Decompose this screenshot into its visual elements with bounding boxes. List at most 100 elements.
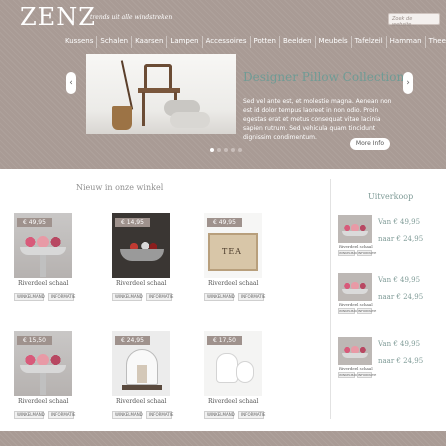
original-price: Van € 49,95 <box>378 218 421 226</box>
nav-item-meubels[interactable]: Meubels <box>316 36 352 48</box>
base-graphic <box>122 385 162 390</box>
chair-leg-graphic <box>142 92 145 126</box>
info-button[interactable]: INFORMATIE <box>238 411 265 419</box>
broom-head-graphic <box>112 106 132 130</box>
product-image[interactable]: € 17,50 <box>204 331 262 396</box>
add-to-cart-button[interactable]: WINKELMAND <box>204 293 235 301</box>
slider-dots <box>210 148 242 152</box>
sale-title: Uitverkoop <box>368 192 414 201</box>
product-image[interactable]: € 15,50 <box>14 331 72 396</box>
nav-item-kussens[interactable]: Kussens <box>62 36 98 48</box>
slider-dot[interactable] <box>217 148 221 152</box>
sale-price: naar € 24,95 <box>378 357 424 365</box>
sale-price: naar € 24,95 <box>378 235 424 243</box>
product-name[interactable]: Riverdeel schaal <box>116 398 166 405</box>
sale-product-name[interactable]: Riverdeel schaal <box>339 302 373 307</box>
nav-item-beelden[interactable]: Beelden <box>280 36 316 48</box>
header: ZENZ trends uit alle windstreken Zoek de… <box>0 0 446 152</box>
add-to-cart-button[interactable]: WINKELMAND <box>338 372 360 378</box>
bowl-graphic <box>342 353 368 358</box>
add-to-cart-button[interactable]: WINKELMAND <box>14 411 45 419</box>
sale-item: Riverdeel schaal WINKELMAND INFORMATIE V… <box>338 215 428 265</box>
info-button[interactable]: INFORMATIE <box>146 293 173 301</box>
broom-graphic <box>120 60 134 110</box>
slider-image <box>86 54 236 134</box>
info-button[interactable]: INFORMATIE <box>238 293 265 301</box>
candle-graphic <box>137 365 147 383</box>
sale-image[interactable] <box>338 337 372 365</box>
product-card: € 49,95 Riverdeel schaal WINKELMAND INFO… <box>14 213 94 313</box>
info-button[interactable]: INFORMATIE <box>48 293 75 301</box>
bowl-graphic <box>20 365 66 373</box>
product-name[interactable]: Riverdeel schaal <box>18 280 68 287</box>
sale-product-name[interactable]: Riverdeel schaal <box>339 366 373 371</box>
slider-dot[interactable] <box>224 148 228 152</box>
info-button[interactable]: INFORMATIE <box>357 372 376 378</box>
stand-graphic <box>40 373 46 395</box>
original-price: Van € 49,95 <box>378 340 421 348</box>
chair-graphic <box>144 64 172 90</box>
nav-item-tafelzeil[interactable]: Tafelzeil <box>352 36 387 48</box>
sale-item: Riverdeel schaal WINKELMAND INFORMATIE V… <box>338 337 428 387</box>
slider-dot[interactable] <box>231 148 235 152</box>
price-tag: € 49,95 <box>17 218 52 227</box>
info-button[interactable]: INFORMATIE <box>146 411 173 419</box>
add-to-cart-button[interactable]: WINKELMAND <box>338 250 360 256</box>
sale-product-name[interactable]: Riverdeel schaal <box>339 244 373 249</box>
stand-graphic <box>40 255 46 277</box>
product-card: TEA € 49,95 Riverdeel schaal WINKELMAND … <box>204 213 284 313</box>
add-to-cart-button[interactable]: WINKELMAND <box>112 411 143 419</box>
info-button[interactable]: INFORMATIE <box>357 250 376 256</box>
site-logo[interactable]: ZENZ <box>20 3 96 31</box>
sale-image[interactable] <box>338 273 372 301</box>
bowl-graphic <box>20 247 66 255</box>
add-to-cart-button[interactable]: WINKELMAND <box>204 411 235 419</box>
content-area: Nieuw in onze winkel € 49,95 Riverdeel s… <box>0 169 446 431</box>
slider-prev-button[interactable]: ‹ <box>66 72 76 94</box>
product-name[interactable]: Riverdeel schaal <box>208 398 258 405</box>
nav-item-potten[interactable]: Potten <box>251 36 280 48</box>
sidebar-divider <box>330 179 331 419</box>
slider-dot[interactable] <box>238 148 242 152</box>
site-tagline: trends uit alle windstreken <box>90 14 173 21</box>
price-tag: € 24,95 <box>115 336 150 345</box>
tea-box-graphic: TEA <box>208 233 258 271</box>
nav-item-thee[interactable]: Thee <box>426 36 446 48</box>
pillow-graphic <box>170 112 210 128</box>
info-button[interactable]: INFORMATIE <box>357 308 376 314</box>
new-products-title: Nieuw in onze winkel <box>76 183 164 192</box>
product-name[interactable]: Riverdeel schaal <box>18 398 68 405</box>
product-image[interactable]: TEA € 49,95 <box>204 213 262 278</box>
product-name[interactable]: Riverdeel schaal <box>116 280 166 287</box>
slider-next-button[interactable]: › <box>403 72 413 94</box>
nav-item-lampen[interactable]: Lampen <box>167 36 203 48</box>
price-tag: € 15,50 <box>17 336 52 345</box>
product-name[interactable]: Riverdeel schaal <box>208 280 258 287</box>
product-card: € 24,95 Riverdeel schaal WINKELMAND INFO… <box>112 331 192 431</box>
price-tag: € 17,50 <box>207 336 242 345</box>
bowl-graphic <box>342 231 368 236</box>
sale-image[interactable] <box>338 215 372 243</box>
slider-dot[interactable] <box>210 148 214 152</box>
search-input[interactable]: Zoek de website... <box>388 13 440 28</box>
slider-title: Designer Pillow Collection <box>243 70 405 84</box>
add-to-cart-button[interactable]: WINKELMAND <box>112 293 143 301</box>
product-image[interactable]: € 14,95 <box>112 213 170 278</box>
nav-item-kaarsen[interactable]: Kaarsen <box>132 36 168 48</box>
add-to-cart-button[interactable]: WINKELMAND <box>338 308 360 314</box>
original-price: Van € 49,95 <box>378 276 421 284</box>
info-button[interactable]: INFORMATIE <box>48 411 75 419</box>
more-info-button[interactable]: More Info <box>350 138 390 150</box>
price-tag: € 49,95 <box>207 218 242 227</box>
nav-item-accessoires[interactable]: Accessoires <box>203 36 251 48</box>
add-to-cart-button[interactable]: WINKELMAND <box>14 293 45 301</box>
nav-item-hamman[interactable]: Hamman <box>387 36 426 48</box>
product-image[interactable]: € 49,95 <box>14 213 72 278</box>
nav-item-schalen[interactable]: Schalen <box>97 36 133 48</box>
product-image[interactable]: € 24,95 <box>112 331 170 396</box>
sale-price: naar € 24,95 <box>378 293 424 301</box>
price-tag: € 14,95 <box>115 218 150 227</box>
product-card: € 14,95 Riverdeel schaal WINKELMAND INFO… <box>112 213 192 313</box>
teapot-graphic <box>216 353 238 383</box>
product-card: € 15,50 Riverdeel schaal WINKELMAND INFO… <box>14 331 94 431</box>
